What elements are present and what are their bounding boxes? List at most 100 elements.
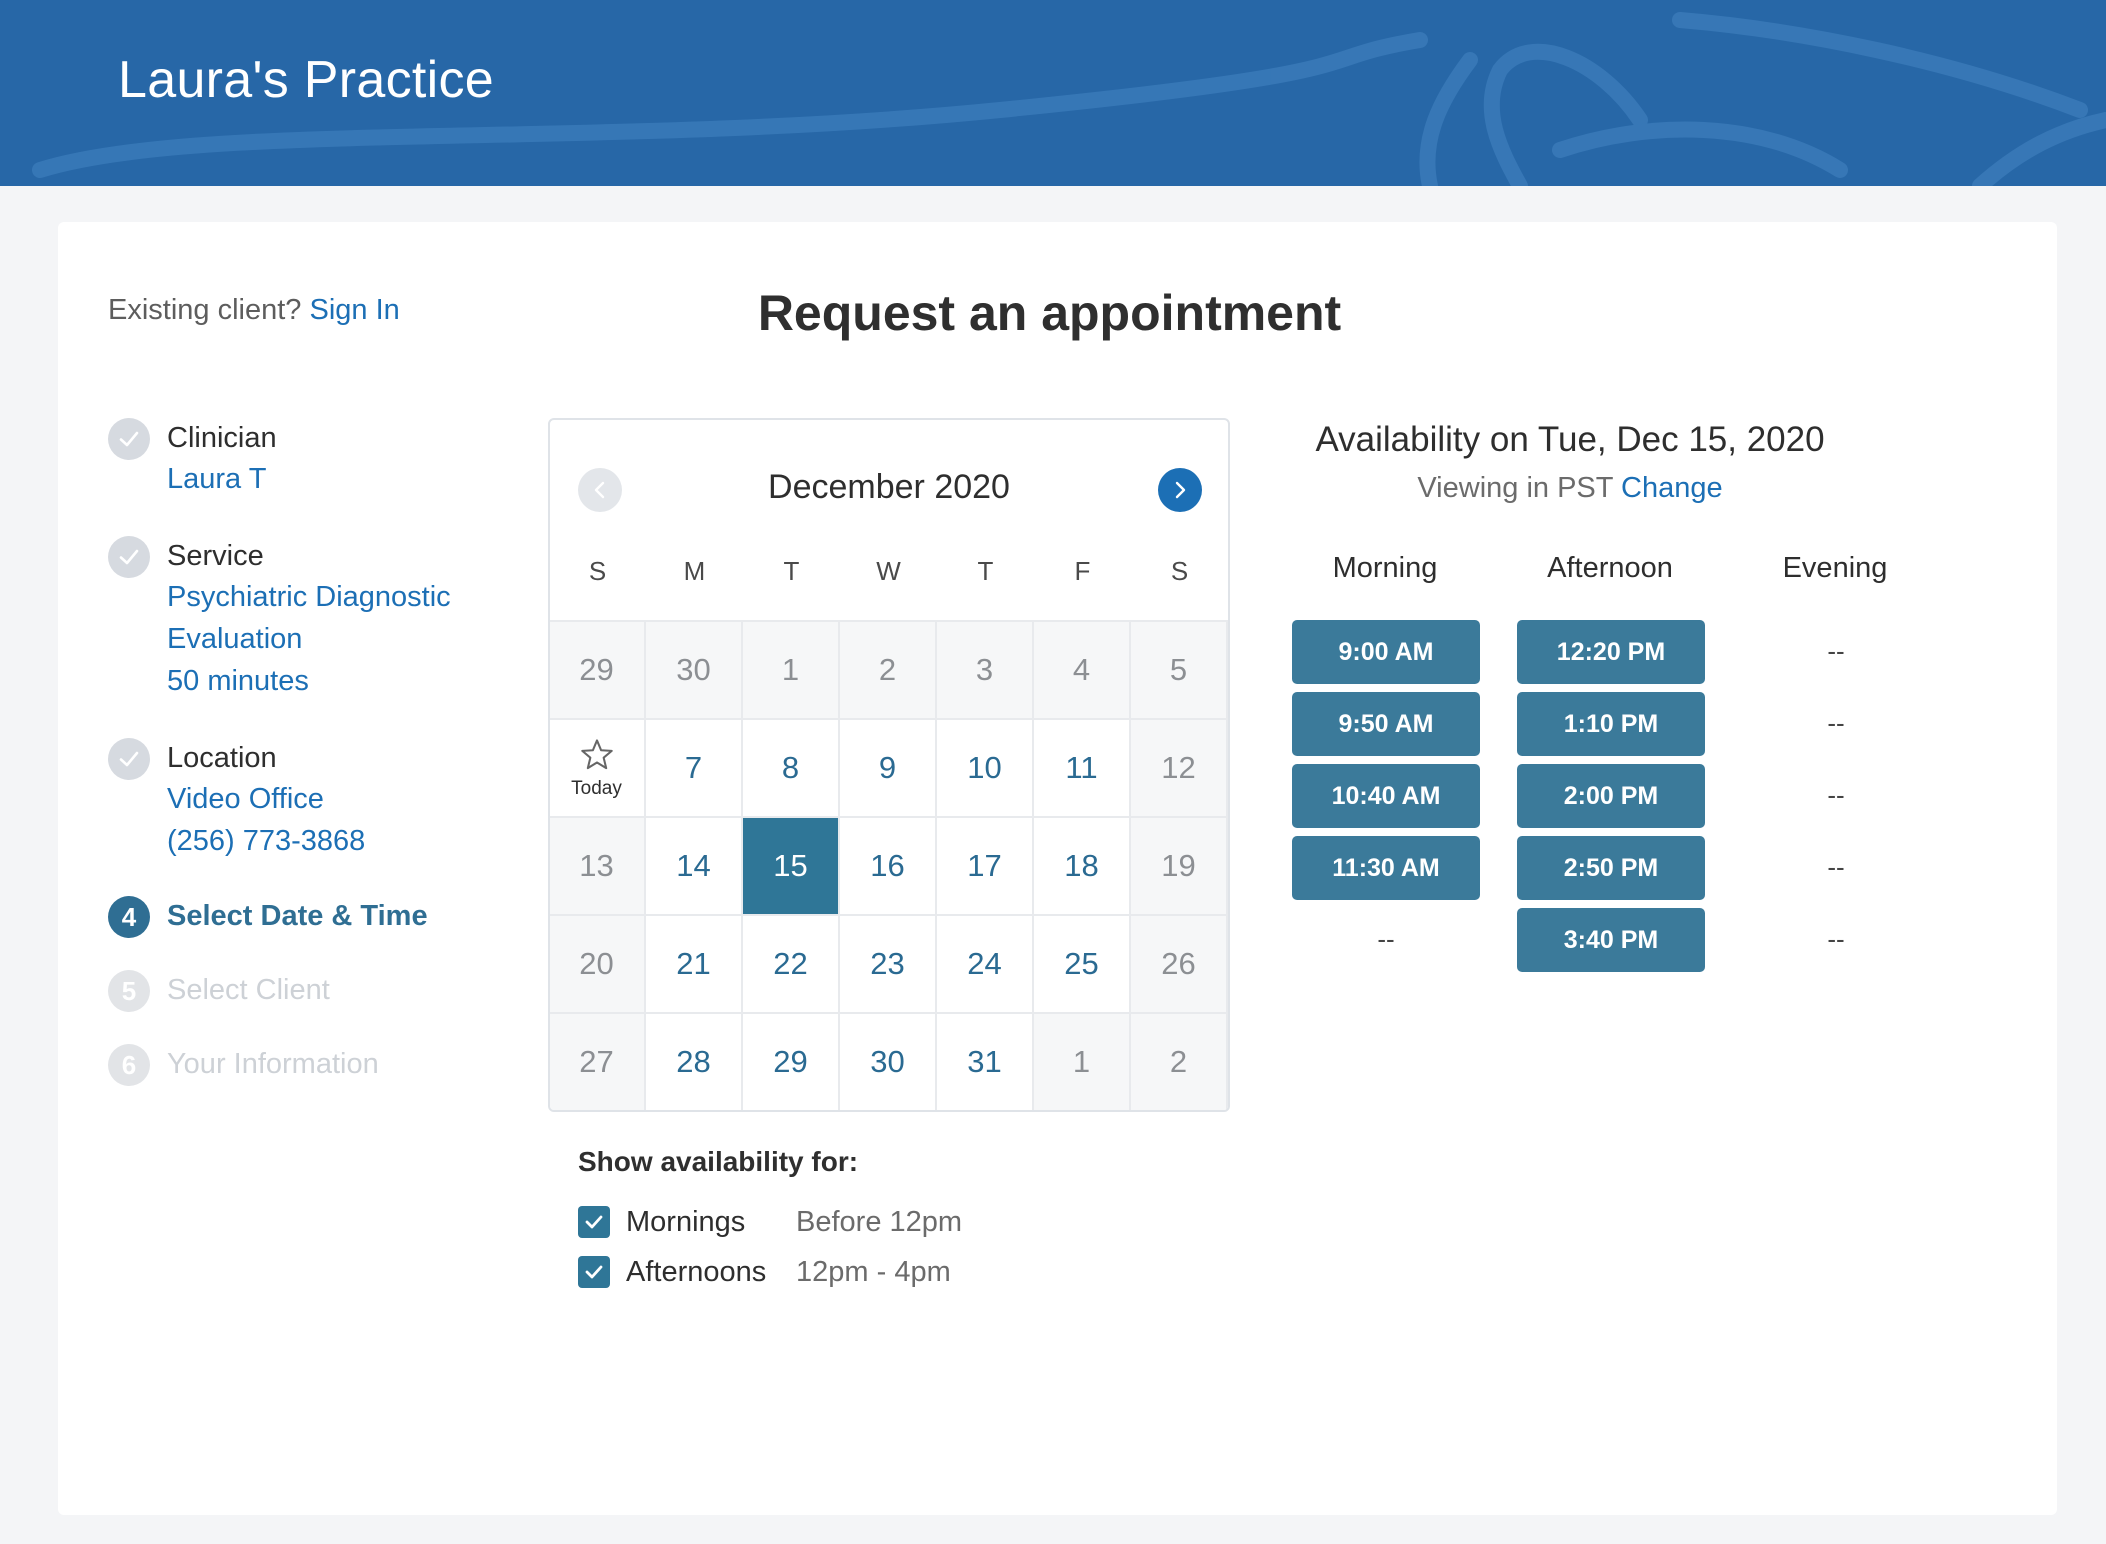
no-slot-placeholder: -- <box>1377 924 1395 954</box>
filter-range: Before 12pm <box>796 1206 963 1238</box>
step-title: Service <box>167 540 264 572</box>
calendar-day[interactable]: 30 <box>840 1012 937 1110</box>
timezone-text: Viewing in PST <box>1417 472 1613 504</box>
checkmark-icon <box>108 536 150 578</box>
weekday-label: S <box>588 556 607 586</box>
calendar-day: 5 <box>1131 620 1228 718</box>
calendar-day[interactable]: 24 <box>937 914 1034 1012</box>
availability-filters: Show availability for: Mornings Before 1… <box>578 1146 1178 1288</box>
calendar-day[interactable]: 17 <box>937 816 1034 914</box>
date-calendar: December 2020 SMTWTFS 29 30 1 2 3 4 5 Today 7 8 9 1… <box>548 418 1230 1112</box>
calendar-day[interactable]: 31 <box>937 1012 1034 1110</box>
calendar-day: 2 <box>1131 1012 1228 1110</box>
calendar-day[interactable]: 29 <box>743 1012 840 1110</box>
time-slot-button[interactable]: 9:00 AM <box>1292 620 1480 684</box>
calendar-day: 19 <box>1131 816 1228 914</box>
weekday-header: SMTWTFS <box>550 556 1228 596</box>
calendar-day[interactable]: 23 <box>840 914 937 1012</box>
calendar-day: 20 <box>550 914 646 1012</box>
step-detail[interactable]: 50 minutes <box>167 660 309 702</box>
calendar-day: 30 <box>646 620 743 718</box>
calendar-day: 1 <box>1034 1012 1131 1110</box>
filters-title: Show availability for: <box>578 1146 859 1177</box>
filter-range: 12pm - 4pm <box>796 1256 951 1288</box>
calendar-day[interactable]: 7 <box>646 718 743 816</box>
period-heading-morning: Morning <box>1332 552 1438 584</box>
weekday-label: M <box>683 556 706 586</box>
step-detail[interactable]: Evaluation <box>167 618 302 660</box>
change-timezone-link[interactable]: Change <box>1621 472 1723 504</box>
step-number-badge: 5 <box>108 970 150 1012</box>
step-detail[interactable]: (256) 773-3868 <box>167 820 365 862</box>
calendar-month-label: December 2020 <box>768 468 1010 506</box>
calendar-day[interactable]: 16 <box>840 816 937 914</box>
time-slot-button[interactable]: 3:40 PM <box>1517 908 1705 972</box>
checkmark-icon <box>585 1215 603 1229</box>
filter-label: Afternoons <box>626 1256 767 1288</box>
no-slot-placeholder: -- <box>1827 780 1845 810</box>
calendar-day[interactable]: 21 <box>646 914 743 1012</box>
filter-afternoons[interactable]: Afternoons 12pm - 4pm <box>578 1254 1178 1294</box>
time-slot-button[interactable]: 11:30 AM <box>1292 836 1480 900</box>
calendar-day: 2 <box>840 620 937 718</box>
header-banner: Laura's Practice <box>0 0 2106 186</box>
step-title: Your Information <box>167 1048 379 1080</box>
no-slot-placeholder: -- <box>1827 852 1845 882</box>
time-slot-button[interactable]: 9:50 AM <box>1292 692 1480 756</box>
step-title: Location <box>167 742 277 774</box>
chevron-right-icon <box>1175 481 1186 499</box>
filter-label: Mornings <box>626 1206 746 1238</box>
calendar-day: 13 <box>550 816 646 914</box>
step-detail[interactable]: Laura T <box>167 458 266 500</box>
calendar-day: 29 <box>550 620 646 718</box>
next-month-button[interactable] <box>1158 468 1202 512</box>
today-label: Today <box>571 778 622 799</box>
checkmark-icon <box>108 418 150 460</box>
calendar-day-today[interactable]: Today <box>550 718 646 816</box>
calendar-day: 12 <box>1131 718 1228 816</box>
calendar-day: 3 <box>937 620 1034 718</box>
calendar-day: 26 <box>1131 914 1228 1012</box>
step-number-badge: 4 <box>108 896 150 938</box>
weekday-label: T <box>977 556 994 586</box>
period-heading-evening: Evening <box>1782 552 1888 584</box>
weekday-label: W <box>876 556 901 586</box>
calendar-day[interactable]: 8 <box>743 718 840 816</box>
step-title: Clinician <box>167 422 277 454</box>
practice-name: Laura's Practice <box>118 51 495 109</box>
filter-mornings[interactable]: Mornings Before 12pm <box>578 1204 1178 1244</box>
calendar-day-selected[interactable]: 15 <box>743 816 840 914</box>
star-icon <box>580 739 613 770</box>
time-slot-button[interactable]: 12:20 PM <box>1517 620 1705 684</box>
time-slot-button[interactable]: 10:40 AM <box>1292 764 1480 828</box>
step-title: Select Date & Time <box>167 900 428 932</box>
calendar-day[interactable]: 9 <box>840 718 937 816</box>
page-title: Request an appointment <box>757 285 1342 341</box>
calendar-day[interactable]: 22 <box>743 914 840 1012</box>
time-slot-button[interactable]: 1:10 PM <box>1517 692 1705 756</box>
availability-title: Availability on Tue, Dec 15, 2020 <box>1315 420 1825 459</box>
step-number-badge: 6 <box>108 1044 150 1086</box>
checkmark-icon <box>585 1265 603 1279</box>
appointment-card: Existing client? Sign In Request an appo… <box>58 222 2057 1515</box>
step-title: Select Client <box>167 974 330 1006</box>
step-detail[interactable]: Video Office <box>167 778 324 820</box>
calendar-day: 1 <box>743 620 840 718</box>
checkmark-icon <box>108 738 150 780</box>
step-detail[interactable]: Psychiatric Diagnostic <box>167 576 451 618</box>
period-heading-afternoon: Afternoon <box>1547 552 1673 584</box>
afternoons-checkbox[interactable] <box>578 1256 610 1288</box>
calendar-day[interactable]: 25 <box>1034 914 1131 1012</box>
no-slot-placeholder: -- <box>1827 924 1845 954</box>
calendar-day[interactable]: 28 <box>646 1012 743 1110</box>
calendar-day[interactable]: 18 <box>1034 816 1131 914</box>
weekday-label: F <box>1074 556 1091 586</box>
calendar-day[interactable]: 10 <box>937 718 1034 816</box>
calendar-day: 27 <box>550 1012 646 1110</box>
calendar-day[interactable]: 14 <box>646 816 743 914</box>
calendar-day: 4 <box>1034 620 1131 718</box>
time-slot-button[interactable]: 2:00 PM <box>1517 764 1705 828</box>
calendar-day[interactable]: 11 <box>1034 718 1131 816</box>
mornings-checkbox[interactable] <box>578 1206 610 1238</box>
time-slot-button[interactable]: 2:50 PM <box>1517 836 1705 900</box>
